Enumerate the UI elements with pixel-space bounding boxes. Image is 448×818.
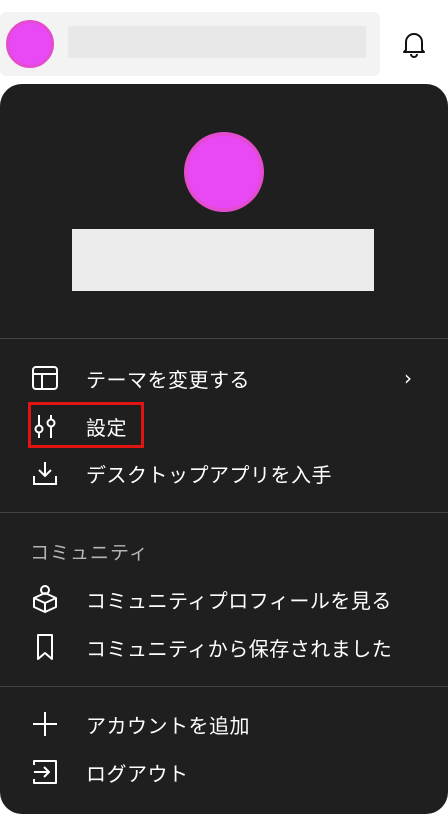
avatar[interactable] [6, 20, 54, 68]
menu-item-label: コミュニティから保存されました [86, 636, 393, 661]
chevron-right-icon: › [404, 366, 412, 390]
menu-item-label: コミュニティプロフィールを見る [86, 588, 392, 613]
menu-item-label: アカウントを追加 [86, 713, 250, 738]
menu-item-label: テーマを変更する [86, 367, 250, 392]
cube-person-icon [30, 584, 60, 614]
notification-bell-icon[interactable] [398, 28, 430, 60]
menu-item-label: 設定 [86, 415, 127, 440]
section-label-community: コミュニティ [30, 542, 149, 564]
sliders-icon [30, 411, 60, 441]
layout-icon [30, 363, 60, 393]
profile-name-placeholder [72, 229, 374, 291]
menu-item-saved-from-community[interactable]: コミュニティから保存されました [30, 625, 420, 669]
menu-item-change-theme[interactable]: テーマを変更する › [30, 356, 420, 400]
divider [0, 338, 448, 339]
logout-icon [30, 757, 60, 787]
bookmark-icon [30, 632, 60, 662]
menu-item-settings[interactable]: 設定 [30, 404, 420, 448]
menu-item-get-desktop-app[interactable]: デスクトップアプリを入手 [30, 451, 420, 495]
menu-item-label: デスクトップアプリを入手 [86, 462, 332, 487]
menu-item-add-account[interactable]: アカウントを追加 [30, 702, 420, 746]
divider [0, 512, 448, 513]
username-placeholder [68, 26, 366, 58]
menu-item-label: ログアウト [86, 761, 189, 786]
menu-item-view-community-profile[interactable]: コミュニティプロフィールを見る [30, 577, 420, 621]
profile-avatar [184, 132, 264, 212]
plus-icon [30, 709, 60, 739]
menu-item-logout[interactable]: ログアウト [30, 750, 420, 794]
divider [0, 686, 448, 687]
download-icon [30, 458, 60, 488]
account-switcher[interactable] [0, 12, 380, 76]
